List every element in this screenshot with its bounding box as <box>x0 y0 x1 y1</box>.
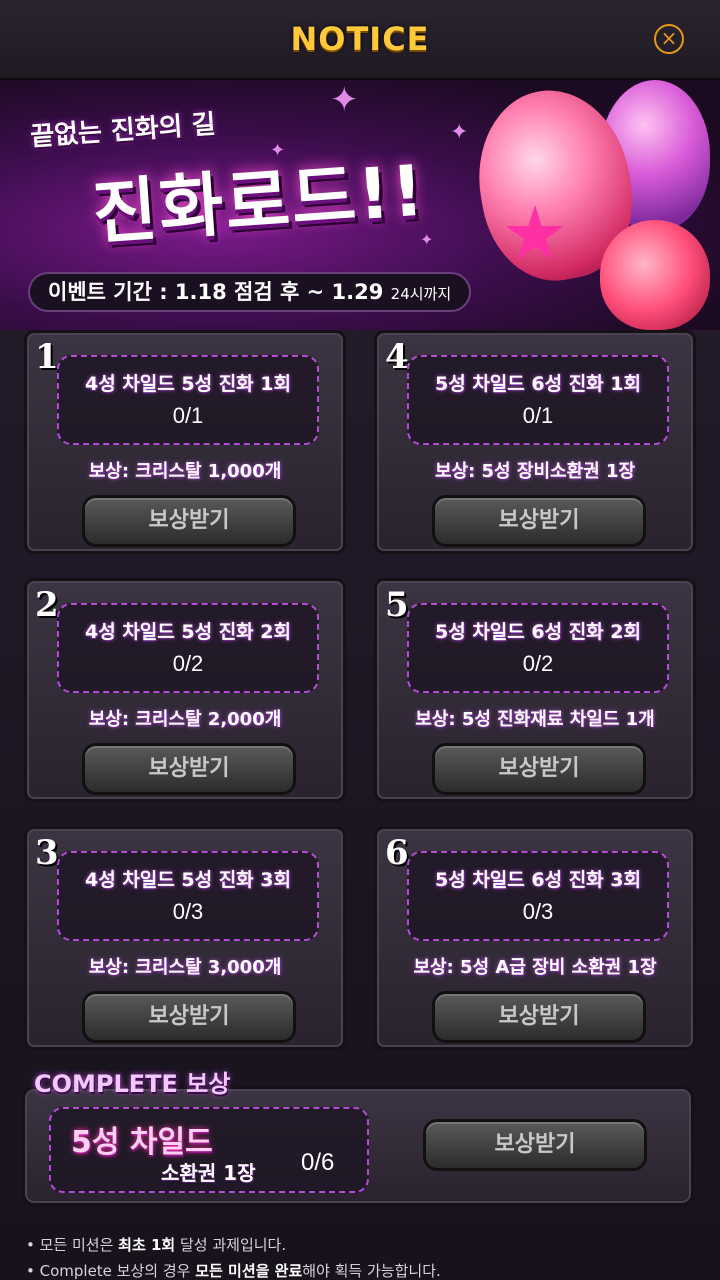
mission-desc: 5성 차일드 6성 진화 1회 <box>435 373 641 395</box>
event-period: 이벤트 기간 : 1.18 점검 후 ~ 1.29 24시까지 <box>28 272 472 312</box>
close-icon: × <box>660 26 678 50</box>
mission-progress: 0/3 <box>172 899 204 924</box>
note-text: • Complete 보상의 경우 <box>26 1262 196 1280</box>
note-text: 해야 획득 가능합니다. <box>302 1262 441 1280</box>
note-text: 달성 과제입니다. <box>175 1236 287 1254</box>
note-line-1: • 모든 미션은 최초 1회 달성 과제입니다. <box>26 1232 696 1258</box>
mission-desc: 5성 차일드 6성 진화 2회 <box>435 621 641 643</box>
event-period-label: 이벤트 기간 : 1.18 점검 후 ~ 1.29 <box>48 280 384 304</box>
note-emphasis: 모든 미션을 완료 <box>195 1262 303 1280</box>
mission-reward: 보상: 5성 장비소환권 1장 <box>434 461 636 482</box>
complete-reward-item: 5성 차일드 소환권 1장 0/6 <box>49 1107 369 1193</box>
notice-notes: • 모든 미션은 최초 1회 달성 과제입니다. • Complete 보상의 … <box>26 1232 696 1280</box>
mission-number: 4 <box>385 337 409 377</box>
complete-progress: 0/6 <box>301 1149 335 1176</box>
mission-reward: 보상: 크리스탈 1,000개 <box>88 461 282 482</box>
mission-box: 5성 차일드 6성 진화 2회 0/2 <box>407 603 669 693</box>
mission-reward: 보상: 5성 A급 장비 소환권 1장 <box>413 957 657 978</box>
mission-desc: 4성 차일드 5성 진화 1회 <box>85 373 291 395</box>
banner-title: 진화로드!! <box>89 149 429 255</box>
mission-number: 5 <box>385 585 409 625</box>
top-bar: NOTICE × <box>0 0 720 80</box>
mission-desc: 4성 차일드 5성 진화 2회 <box>85 621 291 643</box>
claim-reward-button[interactable]: 보상받기 <box>432 743 646 795</box>
sparkle-icon: ✦ <box>330 80 359 120</box>
mission-box: 4성 차일드 5성 진화 2회 0/2 <box>57 603 319 693</box>
claim-complete-button[interactable]: 보상받기 <box>423 1119 647 1171</box>
note-text: • 모든 미션은 <box>26 1236 119 1254</box>
claim-reward-button[interactable]: 보상받기 <box>82 991 296 1043</box>
mission-card-4: 4 5성 차일드 6성 진화 1회 0/1 보상: 5성 장비소환권 1장 보상… <box>374 330 696 554</box>
claim-reward-button[interactable]: 보상받기 <box>432 991 646 1043</box>
note-line-2: • Complete 보상의 경우 모든 미션을 완료해야 획득 가능합니다. <box>26 1258 696 1280</box>
mission-box: 5성 차일드 6성 진화 3회 0/3 <box>407 851 669 941</box>
event-banner: ✦ ✦ ✦ ✦ 끝없는 진화의 길 진화로드!! 이벤트 기간 : 1.18 점… <box>0 80 720 330</box>
claim-reward-button[interactable]: 보상받기 <box>82 495 296 547</box>
mission-desc: 4성 차일드 5성 진화 3회 <box>85 869 291 891</box>
mission-card-2: 2 4성 차일드 5성 진화 2회 0/2 보상: 크리스탈 2,000개 보상… <box>24 578 346 802</box>
mission-progress: 0/1 <box>522 403 554 428</box>
mission-progress: 0/3 <box>522 899 554 924</box>
mission-card-3: 3 4성 차일드 5성 진화 3회 0/3 보상: 크리스탈 3,000개 보상… <box>24 826 346 1050</box>
complete-reward-label: COMPLETE 보상 <box>34 1070 231 1098</box>
mission-progress: 0/2 <box>172 651 204 676</box>
mission-reward: 보상: 크리스탈 2,000개 <box>88 709 282 730</box>
mission-card-1: 1 4성 차일드 5성 진화 1회 0/1 보상: 크리스탈 1,000개 보상… <box>24 330 346 554</box>
mission-number: 3 <box>35 833 59 873</box>
claim-reward-button[interactable]: 보상받기 <box>82 743 296 795</box>
claim-reward-button[interactable]: 보상받기 <box>432 495 646 547</box>
complete-reward-box: 5성 차일드 소환권 1장 0/6 보상받기 <box>22 1086 694 1206</box>
complete-reward-sub: 소환권 1장 <box>161 1161 256 1185</box>
mission-card-6: 6 5성 차일드 6성 진화 3회 0/3 보상: 5성 A급 장비 소환권 1… <box>374 826 696 1050</box>
complete-reward-name: 5성 차일드 <box>71 1125 213 1160</box>
mascot-blob <box>600 220 710 330</box>
mission-progress: 0/2 <box>522 651 554 676</box>
mission-box: 4성 차일드 5성 진화 3회 0/3 <box>57 851 319 941</box>
mission-desc: 5성 차일드 6성 진화 3회 <box>435 869 641 891</box>
page-title: NOTICE <box>290 20 430 58</box>
mission-reward: 보상: 크리스탈 3,000개 <box>88 957 282 978</box>
sparkle-icon: ✦ <box>450 120 469 145</box>
note-emphasis: 최초 1회 <box>118 1236 176 1254</box>
close-button[interactable]: × <box>654 24 684 54</box>
mission-progress: 0/1 <box>172 403 204 428</box>
event-period-suffix: 24시까지 <box>390 285 452 303</box>
mission-reward: 보상: 5성 진화재료 차일드 1개 <box>415 709 655 730</box>
mission-number: 1 <box>35 337 59 377</box>
mission-number: 6 <box>385 833 409 873</box>
mission-number: 2 <box>35 585 59 625</box>
banner-subtitle: 끝없는 진화의 길 <box>29 109 217 153</box>
mission-box: 4성 차일드 5성 진화 1회 0/1 <box>57 355 319 445</box>
mission-box: 5성 차일드 6성 진화 1회 0/1 <box>407 355 669 445</box>
mission-card-5: 5 5성 차일드 6성 진화 2회 0/2 보상: 5성 진화재료 차일드 1개… <box>374 578 696 802</box>
